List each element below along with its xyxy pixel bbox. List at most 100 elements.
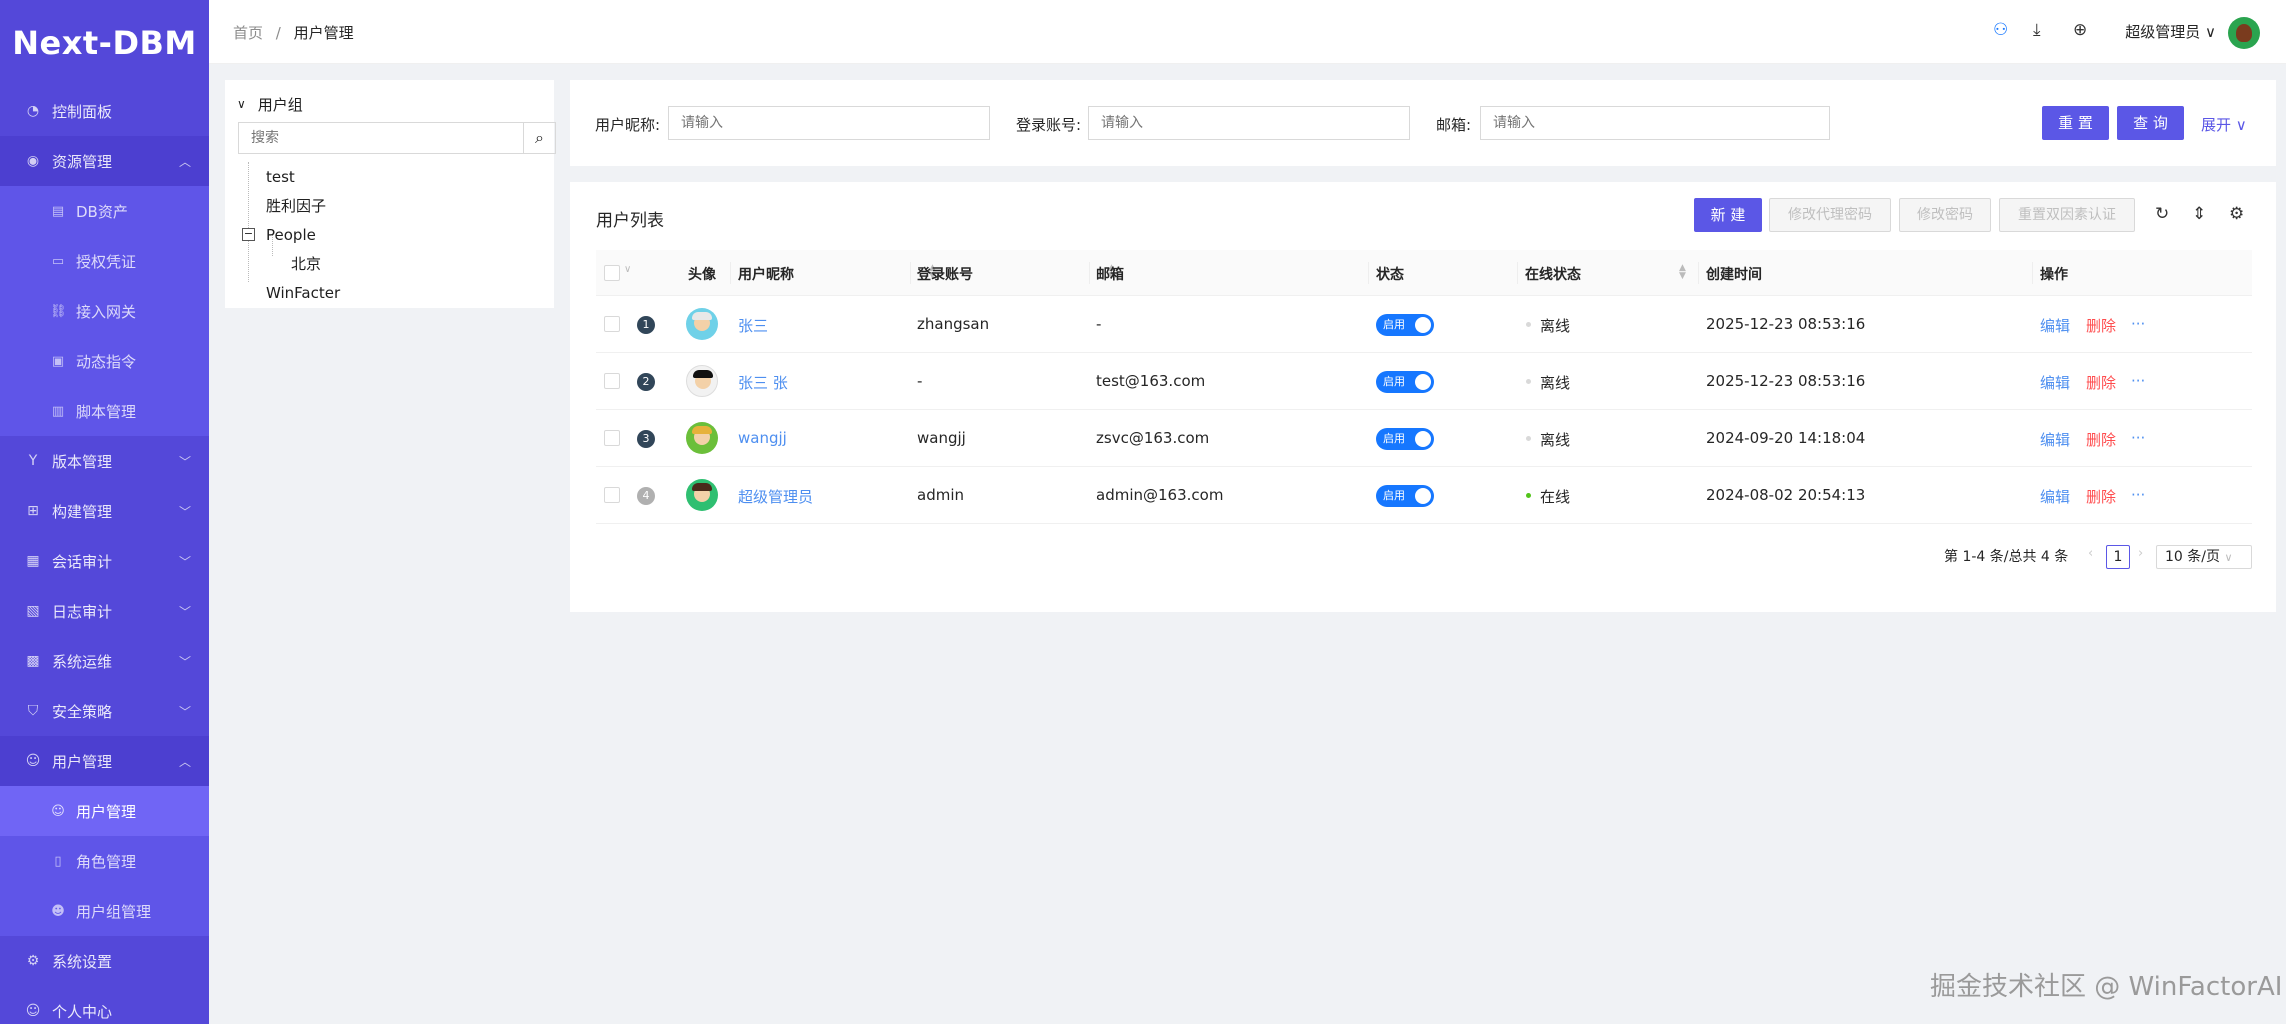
email-input[interactable] <box>1480 106 1830 140</box>
table-row[interactable]: 1 张三 zhangsan - 启用 离线 2025-12-23 08:53:1… <box>596 296 2252 353</box>
account-input[interactable] <box>1088 106 1410 140</box>
sidebar-item-settings[interactable]: ⚙ 系统设置 <box>0 936 209 986</box>
nickname-link[interactable]: 超级管理员 <box>738 486 813 507</box>
row-checkbox[interactable] <box>604 373 620 389</box>
sidebar-item-builds[interactable]: ⊞ 构建管理 ﹀ <box>0 486 209 536</box>
tree-root-label: 用户组 <box>257 95 303 114</box>
more-actions[interactable]: ··· <box>2131 315 2145 333</box>
edit-link[interactable]: 编辑 <box>2040 429 2070 450</box>
more-actions[interactable]: ··· <box>2131 486 2145 504</box>
app-logo: Next-DBM <box>12 24 197 62</box>
change-password-button[interactable]: 修改密码 <box>1899 198 1991 232</box>
globe-icon[interactable]: ⊕ <box>2073 20 2087 40</box>
sidebar-item-label: 资源管理 <box>52 152 113 171</box>
tree-node-victory[interactable]: 胜利因子 <box>233 191 546 220</box>
tree-search-input[interactable] <box>239 123 523 153</box>
refresh-icon[interactable]: ↻ <box>2155 204 2169 224</box>
user-menu[interactable]: 超级管理员 ∨ <box>2125 21 2216 42</box>
change-proxy-password-button[interactable]: 修改代理密码 <box>1769 198 1891 232</box>
page-size-select[interactable]: 10 条/页 ∨ <box>2156 545 2252 569</box>
status-toggle[interactable]: 启用 <box>1376 314 1434 336</box>
status-toggle[interactable]: 启用 <box>1376 485 1434 507</box>
sidebar-item-ops[interactable]: ▩ 系统运维 ﹀ <box>0 636 209 686</box>
reset-button[interactable]: 重 置 <box>2042 106 2109 140</box>
nickname-input[interactable] <box>668 106 990 140</box>
sidebar-item-label: 个人中心 <box>52 1002 113 1021</box>
sidebar-item-db-assets[interactable]: ▤ DB资产 <box>0 186 209 236</box>
select-all-checkbox[interactable] <box>604 265 620 281</box>
delete-link[interactable]: 删除 <box>2086 315 2116 336</box>
sidebar-item-log-audit[interactable]: ▧ 日志审计 ﹀ <box>0 586 209 636</box>
credential-icon: ▭ <box>51 253 65 269</box>
expand-toggle[interactable]: 展开 ∨ <box>2201 114 2247 135</box>
sidebar-item-user-groups[interactable]: ☻ 用户组管理 <box>0 886 209 936</box>
nickname-link[interactable]: wangjj <box>738 429 787 447</box>
table-row[interactable]: 3 wangjj wangjj zsvc@163.com 启用 离线 2024-… <box>596 410 2252 467</box>
delete-link[interactable]: 删除 <box>2086 372 2116 393</box>
row-checkbox[interactable] <box>604 487 620 503</box>
sidebar-item-profile[interactable]: ☺ 个人中心 <box>0 986 209 1024</box>
edit-link[interactable]: 编辑 <box>2040 486 2070 507</box>
more-actions[interactable]: ··· <box>2131 429 2145 447</box>
breadcrumb-home[interactable]: 首页 <box>233 24 263 42</box>
tree-node-winfacter[interactable]: WinFacter <box>233 278 546 307</box>
row-checkbox[interactable] <box>604 430 620 446</box>
nickname-link[interactable]: 张三 <box>738 315 768 336</box>
delete-link[interactable]: 删除 <box>2086 486 2116 507</box>
sidebar-item-gateway[interactable]: ⛓ 接入网关 <box>0 286 209 336</box>
edit-link[interactable]: 编辑 <box>2040 315 2070 336</box>
sidebar-item-users[interactable]: ☺ 用户管理 ︿ <box>0 736 209 786</box>
network-icon[interactable]: ⚇ <box>1993 20 2008 40</box>
reset-2fa-button[interactable]: 重置双因素认证 <box>1999 198 2135 232</box>
tree-node-test[interactable]: test <box>233 162 546 191</box>
sidebar-item-roles[interactable]: ▯ 角色管理 <box>0 836 209 886</box>
sidebar-item-security[interactable]: ⛉ 安全策略 ﹀ <box>0 686 209 736</box>
prev-page-icon[interactable]: ‹ <box>2088 546 2093 561</box>
chevron-down-icon[interactable]: ∨ <box>624 264 631 275</box>
sidebar-item-scripts[interactable]: ▥ 脚本管理 <box>0 386 209 436</box>
sidebar-item-label: 用户管理 <box>76 802 137 821</box>
sidebar-item-session-audit[interactable]: ▦ 会话审计 ﹀ <box>0 536 209 586</box>
query-button[interactable]: 查 询 <box>2117 106 2184 140</box>
table-row[interactable]: 4 超级管理员 admin admin@163.com 启用 在线 2024-0… <box>596 467 2252 524</box>
sidebar-item-dashboard[interactable]: ◔ 控制面板 <box>0 86 209 136</box>
next-page-icon[interactable]: › <box>2138 546 2143 561</box>
tree-root[interactable]: ∨ 用户组 <box>233 88 546 120</box>
download-icon[interactable]: ⤓ <box>2033 20 2041 40</box>
page-number[interactable]: 1 <box>2106 545 2130 569</box>
column-account[interactable]: 登录账号 <box>917 264 973 284</box>
table-row[interactable]: 2 张三 张 - test@163.com 启用 离线 2025-12-23 0… <box>596 353 2252 410</box>
new-button[interactable]: 新 建 <box>1694 198 1762 232</box>
avatar[interactable] <box>2228 17 2260 49</box>
more-actions[interactable]: ··· <box>2131 372 2145 390</box>
collapse-icon[interactable]: − <box>242 228 255 241</box>
online-status-text: 离线 <box>1540 317 1571 335</box>
sidebar-item-user-management[interactable]: ☺ 用户管理 <box>0 786 209 836</box>
status-toggle[interactable]: 启用 <box>1376 428 1434 450</box>
sort-icon[interactable]: ▲ ▼ <box>1679 264 1686 281</box>
search-icon[interactable]: ⌕ <box>523 123 555 153</box>
column-nickname[interactable]: 用户昵称 <box>738 264 794 284</box>
edit-link[interactable]: 编辑 <box>2040 372 2070 393</box>
status-toggle[interactable]: 启用 <box>1376 371 1434 393</box>
online-status-text: 离线 <box>1540 374 1571 392</box>
sidebar-item-commands[interactable]: ▣ 动态指令 <box>0 336 209 386</box>
density-icon[interactable]: ⇕ <box>2192 204 2206 224</box>
nickname-link[interactable]: 张三 张 <box>738 372 788 393</box>
eye-icon: ◉ <box>26 153 40 169</box>
column-online[interactable]: 在线状态 <box>1525 264 1581 284</box>
user-group-tree: ∨ 用户组 ⌕ test 胜利因子 − People 北京 WinFacter <box>225 80 556 308</box>
delete-link[interactable]: 删除 <box>2086 429 2116 450</box>
tree-node-beijing[interactable]: 北京 <box>233 249 546 278</box>
avatar <box>686 365 718 397</box>
row-checkbox[interactable] <box>604 316 620 332</box>
sidebar-item-versions[interactable]: Y 版本管理 ﹀ <box>0 436 209 486</box>
sidebar-item-credentials[interactable]: ▭ 授权凭证 <box>0 236 209 286</box>
online-status-dot <box>1526 322 1531 327</box>
settings-icon[interactable]: ⚙ <box>2229 204 2244 224</box>
sidebar-item-resources[interactable]: ◉ 资源管理 ︿ <box>0 136 209 186</box>
sidebar-item-label: 构建管理 <box>52 502 113 521</box>
tree-search: ⌕ <box>238 122 556 154</box>
tree-node-people[interactable]: − People <box>233 220 546 249</box>
chevron-down-icon: ﹀ <box>178 604 191 619</box>
